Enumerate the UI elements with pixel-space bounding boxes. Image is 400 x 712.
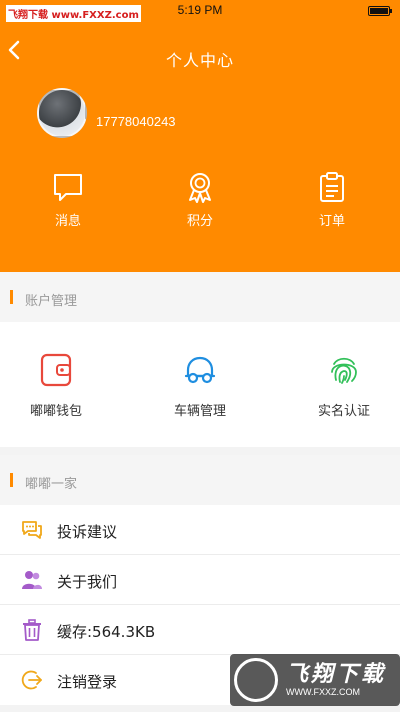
fingerprint-icon bbox=[331, 357, 357, 384]
list-item-about[interactable]: 关于我们 bbox=[0, 555, 400, 605]
identity-verification-label: 实名认证 bbox=[317, 404, 370, 419]
vehicle-management-label: 车辆管理 bbox=[173, 404, 226, 419]
section-accent-bar bbox=[10, 473, 13, 487]
trash-icon bbox=[23, 619, 41, 641]
family-section-header: 嘟嘟一家 bbox=[0, 455, 400, 505]
medal-icon bbox=[189, 173, 211, 203]
logout-icon bbox=[21, 670, 42, 690]
wallet-label: 嘟嘟钱包 bbox=[29, 404, 82, 419]
vehicle-management-button[interactable]: 车辆管理 bbox=[150, 352, 250, 419]
battery-icon bbox=[368, 6, 392, 16]
clipboard-icon bbox=[320, 172, 344, 202]
feedback-label: 投诉建议 bbox=[57, 523, 118, 541]
chat-bubbles-icon bbox=[22, 521, 42, 539]
messages-label: 消息 bbox=[54, 214, 81, 229]
messages-button[interactable]: 消息 bbox=[33, 170, 103, 229]
watermark: 飞翔下载 WWW.FXXZ.COM bbox=[230, 654, 400, 706]
page-title: 个人中心 bbox=[165, 51, 234, 70]
points-button[interactable]: 积分 bbox=[165, 170, 235, 229]
account-panel: 嘟嘟钱包 车辆管理 实名认证 bbox=[0, 322, 400, 447]
cache-label: 缓存:564.3KB bbox=[57, 623, 156, 641]
identity-verification-button[interactable]: 实名认证 bbox=[294, 352, 394, 419]
watermark-logo-icon bbox=[234, 658, 278, 702]
avatar[interactable] bbox=[37, 88, 87, 138]
orders-button[interactable]: 订单 bbox=[297, 170, 367, 229]
account-section-header: 账户管理 bbox=[0, 272, 400, 322]
list-item-cache[interactable]: 缓存:564.3KB bbox=[0, 605, 400, 655]
watermark-title: 飞翔下载 bbox=[286, 662, 387, 687]
wallet-icon bbox=[40, 353, 72, 387]
user-phone: 17778040243 bbox=[96, 114, 176, 129]
watermark-url: WWW.FXXZ.COM bbox=[286, 687, 360, 697]
car-icon bbox=[184, 356, 216, 384]
list-item-feedback[interactable]: 投诉建议 bbox=[0, 505, 400, 555]
logout-label: 注销登录 bbox=[57, 673, 118, 691]
people-icon bbox=[22, 571, 42, 589]
wallet-button[interactable]: 嘟嘟钱包 bbox=[6, 352, 106, 419]
about-label: 关于我们 bbox=[57, 573, 118, 591]
status-bar: 飞翔下载 www.FXXZ.com 5:19 PM bbox=[0, 0, 400, 22]
status-time: 5:19 PM bbox=[177, 3, 223, 17]
orders-label: 订单 bbox=[318, 214, 345, 229]
family-section-title: 嘟嘟一家 bbox=[25, 477, 78, 492]
message-icon bbox=[54, 174, 82, 201]
section-accent-bar bbox=[10, 290, 13, 304]
account-section-title: 账户管理 bbox=[25, 294, 78, 309]
points-label: 积分 bbox=[186, 214, 213, 229]
